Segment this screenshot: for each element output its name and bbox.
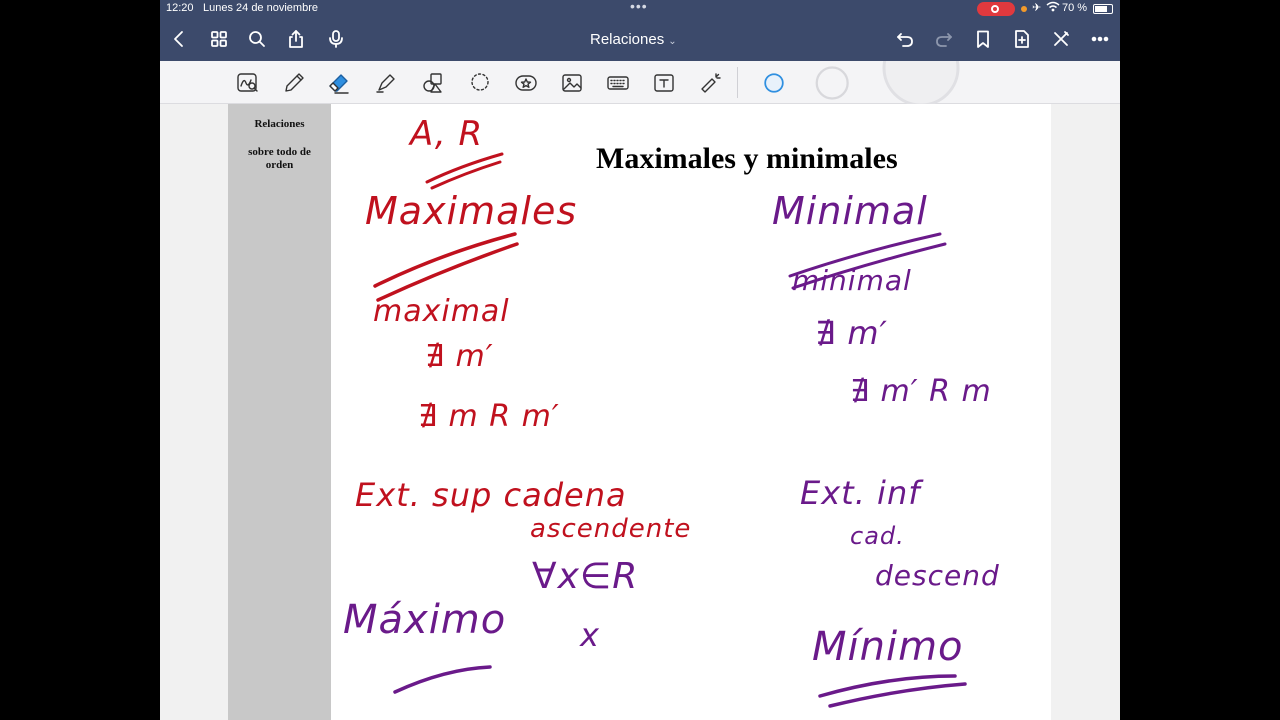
- highlighter-tool-icon[interactable]: [372, 69, 400, 97]
- back-icon[interactable]: [166, 26, 192, 52]
- handwriting-underlines: [373, 152, 967, 708]
- redo-icon[interactable]: [931, 26, 957, 52]
- eraser-size-small-option[interactable]: [759, 68, 789, 98]
- more-icon[interactable]: [1087, 26, 1113, 52]
- underline-maximales: [373, 232, 517, 288]
- underline-maximo: [393, 665, 492, 694]
- multitasking-dots-icon[interactable]: •••: [630, 0, 648, 14]
- airplane-mode-icon: ✈: [1032, 2, 1042, 14]
- document-canvas[interactable]: Relaciones sobre todo de orden Maximales…: [160, 104, 1120, 720]
- close-pen-icon[interactable]: [1048, 26, 1074, 52]
- elements-tool-icon[interactable]: [512, 69, 540, 97]
- laser-pointer-tool-icon[interactable]: [697, 69, 725, 97]
- undo-icon[interactable]: [892, 26, 918, 52]
- wifi-icon: [1046, 1, 1060, 15]
- add-page-icon[interactable]: [1009, 26, 1035, 52]
- pen-tool-icon[interactable]: [280, 69, 308, 97]
- search-icon[interactable]: [244, 26, 270, 52]
- eraser-tool-icon[interactable]: [325, 69, 353, 97]
- status-date: Lunes 24 de noviembre: [203, 2, 318, 14]
- screen-recording-icon[interactable]: [977, 2, 1015, 16]
- lasso-zoom-tool-icon[interactable]: [234, 69, 262, 97]
- microphone-icon[interactable]: [323, 26, 349, 52]
- mic-indicator-icon: [1021, 6, 1027, 12]
- chevron-down-icon: ⌄: [668, 36, 677, 47]
- keyboard-tool-icon[interactable]: [604, 69, 632, 97]
- image-tool-icon[interactable]: [558, 69, 586, 97]
- document-title[interactable]: Relaciones ⌄: [590, 31, 677, 48]
- underline-maximales-2: [376, 242, 519, 302]
- underline-minimal: [788, 232, 942, 278]
- toolbar-divider: [737, 67, 738, 98]
- ipad-screen: 12:20 Lunes 24 de noviembre ••• ✈ 70 % R…: [160, 0, 1120, 720]
- underline-set: [425, 152, 504, 184]
- document-title-text: Relaciones: [590, 31, 665, 48]
- battery-percent: 70 %: [1062, 2, 1088, 14]
- thumbnails-icon[interactable]: [206, 26, 232, 52]
- eraser-size-large-option[interactable]: [878, 61, 964, 104]
- shapes-tool-icon[interactable]: [419, 69, 447, 97]
- status-bar: 12:20 Lunes 24 de noviembre ••• ✈ 70 %: [160, 0, 1120, 18]
- share-icon[interactable]: [283, 26, 309, 52]
- bookmark-icon[interactable]: [970, 26, 996, 52]
- status-time: 12:20: [166, 2, 194, 14]
- text-tool-icon[interactable]: [650, 69, 678, 97]
- nav-bar: Relaciones ⌄: [160, 18, 1120, 61]
- tool-bar: [160, 61, 1120, 104]
- eraser-size-medium-option[interactable]: [812, 63, 856, 103]
- lasso-tool-icon[interactable]: [466, 69, 494, 97]
- battery-icon: [1093, 4, 1113, 14]
